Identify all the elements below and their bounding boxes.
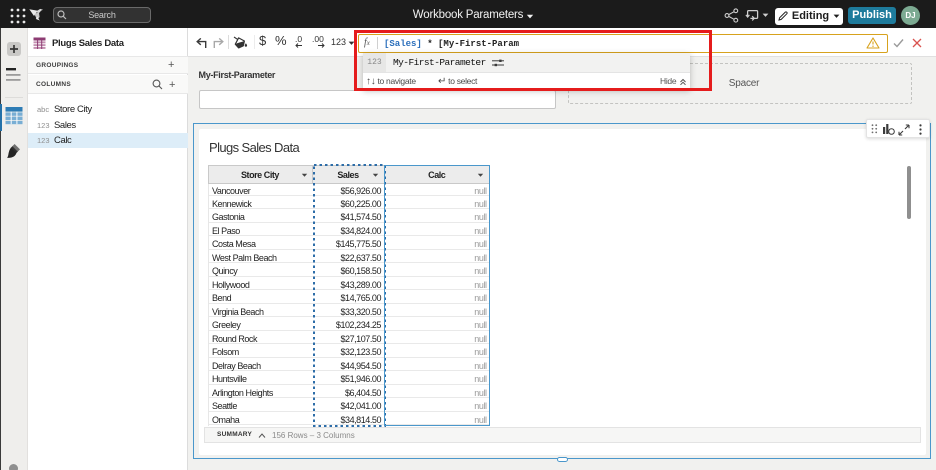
svg-text:.00: .00	[312, 34, 324, 44]
svg-text:.0: .0	[295, 34, 302, 44]
